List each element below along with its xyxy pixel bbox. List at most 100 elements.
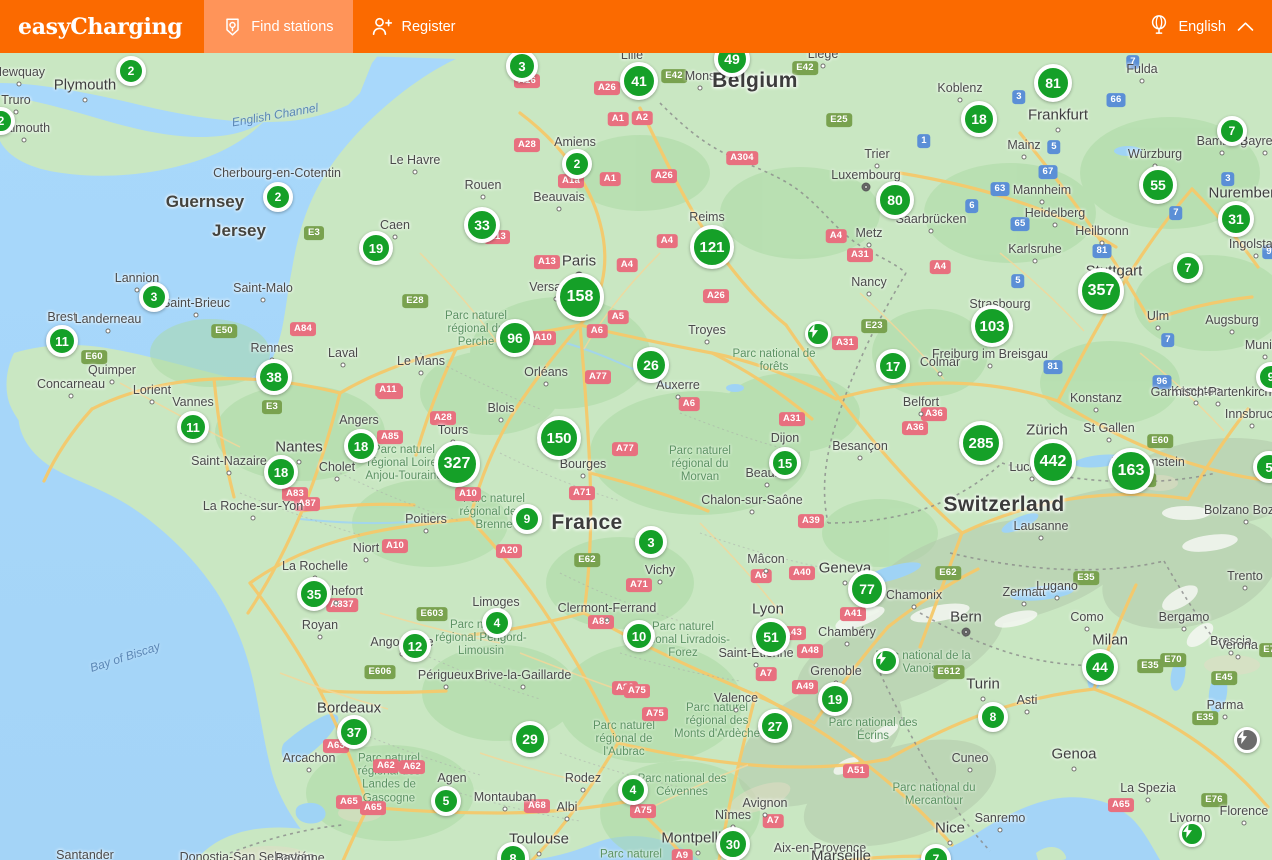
cluster-count: 10 (631, 628, 647, 644)
cluster-marker[interactable]: 26 (633, 347, 669, 383)
cluster-count: 49 (724, 53, 740, 67)
cluster-marker[interactable]: 11 (46, 325, 78, 357)
cluster-marker[interactable]: 18 (961, 101, 997, 137)
cluster-marker[interactable]: 96 (496, 319, 534, 357)
lightning-bolt-icon (1183, 824, 1192, 838)
cluster-count: 9 (1267, 370, 1272, 384)
cluster-count: 285 (968, 434, 994, 452)
cluster-count: 11 (55, 333, 69, 349)
cluster-count: 19 (827, 691, 843, 707)
cluster-marker[interactable]: 51 (752, 618, 790, 656)
station-marker[interactable] (873, 648, 899, 674)
cluster-count: 357 (1087, 282, 1115, 299)
language-label: English (1178, 18, 1226, 35)
cluster-marker[interactable]: 18 (344, 429, 378, 463)
stations-map[interactable]: English Channel Bay of Biscay Parc naturel… (0, 53, 1272, 860)
cluster-count: 3 (150, 290, 158, 304)
cluster-marker[interactable]: 15 (769, 447, 801, 479)
cluster-marker[interactable]: 285 (959, 421, 1003, 465)
cluster-marker[interactable]: 18 (264, 455, 298, 489)
cluster-count: 81 (1045, 75, 1061, 91)
cluster-count: 158 (566, 288, 594, 305)
cluster-marker[interactable]: 4 (618, 775, 648, 805)
cluster-marker[interactable]: 12 (399, 630, 431, 662)
cluster-marker[interactable]: 10 (623, 620, 655, 652)
cluster-marker[interactable]: 158 (556, 273, 604, 321)
globe-icon (1149, 14, 1169, 39)
cluster-marker[interactable]: 81 (1034, 64, 1072, 102)
lightning-bolt-icon (809, 324, 818, 338)
cluster-marker[interactable]: 150 (537, 416, 581, 460)
cluster-count: 442 (1039, 453, 1067, 470)
cluster-marker[interactable]: 8 (978, 702, 1008, 732)
cluster-count: 18 (971, 111, 987, 127)
cluster-marker[interactable]: 442 (1030, 439, 1076, 485)
station-marker[interactable] (805, 321, 831, 347)
cluster-count: 7 (932, 852, 940, 860)
cluster-marker[interactable]: 121 (690, 225, 734, 269)
cluster-marker[interactable]: 11 (177, 411, 209, 443)
cluster-count: 31 (1228, 211, 1244, 227)
cluster-marker[interactable]: 17 (876, 349, 910, 383)
cluster-marker[interactable]: 9 (512, 504, 542, 534)
cluster-marker[interactable]: 4 (482, 608, 512, 638)
cluster-marker[interactable]: 41 (620, 62, 658, 100)
map-pin-icon (223, 17, 242, 37)
cluster-count: 327 (443, 455, 471, 472)
cluster-count: 163 (1117, 462, 1145, 479)
app-header: easyCharging Find stations Register Engl… (0, 0, 1272, 53)
cluster-marker[interactable]: 19 (818, 682, 852, 716)
cluster-marker[interactable]: 44 (1082, 649, 1118, 685)
cluster-marker[interactable]: 5 (431, 786, 461, 816)
station-marker[interactable] (1234, 727, 1260, 753)
cluster-count: 30 (725, 836, 741, 852)
cluster-count: 8 (989, 710, 997, 724)
cluster-count: 77 (859, 581, 875, 597)
cluster-marker[interactable]: 35 (297, 577, 331, 611)
cluster-count: 33 (474, 217, 490, 233)
cluster-count: 2 (0, 114, 5, 128)
cluster-marker[interactable]: 7 (1217, 116, 1247, 146)
station-marker[interactable] (1179, 821, 1205, 847)
cluster-marker[interactable]: 163 (1108, 448, 1154, 494)
cluster-marker[interactable]: 33 (464, 207, 500, 243)
cluster-count: 2 (127, 64, 135, 78)
cluster-marker[interactable]: 7 (1173, 253, 1203, 283)
brand-logo[interactable]: easyCharging (0, 0, 204, 53)
nav-tab-find-stations-label: Find stations (251, 18, 334, 35)
cluster-marker[interactable]: 103 (971, 305, 1013, 347)
app-root: easyCharging Find stations Register Engl… (0, 0, 1272, 860)
cluster-count: 9 (523, 512, 531, 526)
cluster-marker[interactable]: 30 (716, 827, 750, 860)
cluster-marker[interactable]: 38 (256, 359, 292, 395)
cluster-count: 2 (274, 190, 282, 204)
cluster-marker[interactable]: 19 (359, 231, 393, 265)
cluster-count: 4 (629, 783, 637, 797)
cluster-marker[interactable]: 2 (562, 149, 592, 179)
cluster-marker[interactable]: 2 (116, 56, 146, 86)
nav-tab-find-stations[interactable]: Find stations (204, 0, 353, 53)
cluster-count: 17 (885, 358, 901, 374)
cluster-marker[interactable]: 2 (263, 182, 293, 212)
nav-tab-register-label: Register (401, 18, 456, 35)
cluster-marker[interactable]: 29 (512, 721, 548, 757)
nav-tab-register[interactable]: Register (353, 0, 475, 53)
cluster-marker[interactable]: 31 (1218, 201, 1254, 237)
map-base-tiles (0, 53, 1272, 860)
cluster-count: 29 (522, 731, 538, 747)
cluster-count: 5 (442, 794, 450, 808)
lightning-bolt-icon (1238, 730, 1247, 744)
chevron-up-icon (1237, 18, 1254, 35)
cluster-marker[interactable]: 55 (1139, 166, 1177, 204)
lightning-bolt-icon (877, 651, 886, 665)
user-add-icon (372, 17, 393, 36)
cluster-marker[interactable]: 357 (1078, 268, 1124, 314)
cluster-marker[interactable]: 37 (337, 715, 371, 749)
cluster-marker[interactable]: 80 (876, 181, 914, 219)
cluster-marker[interactable]: 3 (139, 282, 169, 312)
cluster-marker[interactable]: 3 (635, 526, 667, 558)
cluster-marker[interactable]: 77 (848, 570, 886, 608)
cluster-marker[interactable]: 327 (434, 441, 480, 487)
cluster-marker[interactable]: 27 (758, 709, 792, 743)
language-selector[interactable]: English (1139, 0, 1272, 53)
